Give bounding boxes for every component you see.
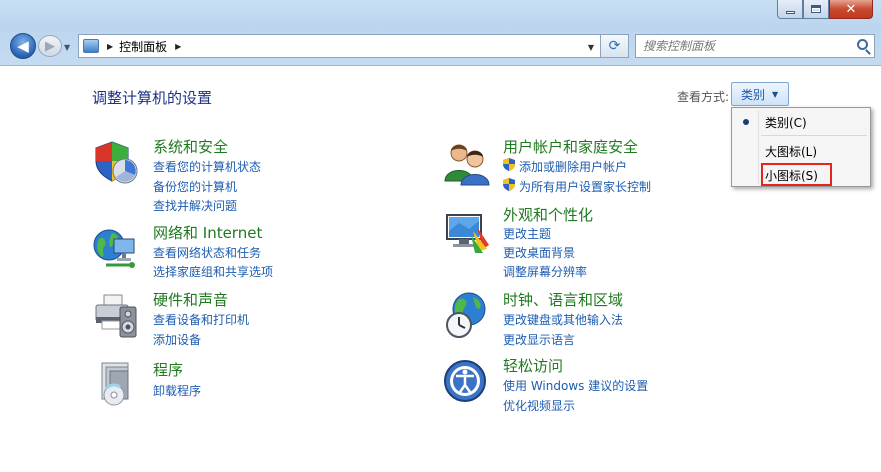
link-uninstall-program[interactable]: 卸载程序 [153,382,201,399]
radio-selected-icon [743,119,749,125]
back-arrow-icon: ◀ [17,37,29,55]
view-by-menu: 类别(C) 大图标(L) 小图标(S) [731,107,871,187]
menu-item-category[interactable]: 类别(C) [732,111,870,133]
uac-shield-icon [503,158,515,171]
category-title-programs[interactable]: 程序 [153,359,183,380]
breadcrumb-chevron-icon[interactable]: ▶ [107,42,113,51]
network-internet-icon[interactable] [92,225,140,273]
search-icon[interactable] [857,39,868,50]
content-area: 调整计算机的设置 查看方式: 类别 ▼ 类别(C) 大图标(L) 小图标(S) … [0,67,881,472]
history-dropdown-icon[interactable]: ▼ [64,43,70,52]
breadcrumb-chevron-icon[interactable]: ▶ [175,42,181,51]
back-button[interactable]: ◀ [10,33,36,59]
link-display-language[interactable]: 更改显示语言 [503,331,575,348]
hardware-sound-icon[interactable] [92,291,140,339]
address-dropdown-icon[interactable]: ▼ [588,43,594,52]
refresh-button[interactable]: ⟳ [601,34,629,58]
uac-shield-icon [503,178,515,191]
control-panel-icon [83,39,99,53]
appearance-icon[interactable] [443,207,491,255]
window-controls: ✕ [777,0,873,20]
menu-item-label: 类别(C) [765,115,807,130]
link-optimize-display[interactable]: 优化视频显示 [503,397,575,414]
window-titlebar: ✕ ◀ ▶ ▼ ▶ 控制面板 ▶ ▼ ⟳ [0,0,881,66]
category-title-system-security[interactable]: 系统和安全 [153,136,228,157]
search-input[interactable] [636,35,846,57]
address-bar[interactable]: ▶ 控制面板 ▶ ▼ [78,34,601,58]
link-recommended-settings[interactable]: 使用 Windows 建议的设置 [503,377,648,394]
ease-of-access-icon[interactable] [443,357,491,405]
menu-item-label: 大图标(L) [765,144,818,159]
category-title-appearance[interactable]: 外观和个性化 [503,204,593,225]
clock-language-icon[interactable] [443,291,491,339]
maximize-icon [811,5,821,13]
search-box[interactable] [635,34,875,58]
page-title: 调整计算机的设置 [92,89,213,107]
system-security-icon[interactable] [92,139,140,187]
link-view-network-status[interactable]: 查看网络状态和任务 [153,244,261,261]
link-screen-resolution[interactable]: 调整屏幕分辨率 [503,263,587,280]
forward-arrow-icon: ▶ [45,38,55,54]
forward-button[interactable]: ▶ [38,35,62,57]
link-keyboard-input[interactable]: 更改键盘或其他输入法 [503,311,623,328]
highlight-box [761,163,832,186]
link-change-theme[interactable]: 更改主题 [503,225,551,242]
close-icon: ✕ [845,1,857,17]
close-button[interactable]: ✕ [829,0,873,19]
menu-separator [761,135,867,136]
link-homegroup-sharing[interactable]: 选择家庭组和共享选项 [153,263,273,280]
view-by-value: 类别 [741,87,766,102]
user-accounts-icon[interactable] [443,139,491,187]
minimize-icon [785,10,795,14]
chevron-down-icon: ▼ [772,89,779,99]
link-parental-controls[interactable]: 为所有用户设置家长控制 [519,178,651,195]
link-add-remove-accounts[interactable]: 添加或删除用户帐户 [519,158,627,175]
refresh-icon: ⟳ [608,38,621,54]
link-troubleshoot[interactable]: 查找并解决问题 [153,197,237,214]
view-by-label: 查看方式: [677,90,730,104]
minimize-button[interactable] [777,0,803,19]
link-add-device[interactable]: 添加设备 [153,331,201,348]
view-by-dropdown[interactable]: 类别 ▼ [731,82,789,106]
maximize-button[interactable] [803,0,829,19]
category-title-hardware-sound[interactable]: 硬件和声音 [153,289,228,310]
menu-item-large-icons[interactable]: 大图标(L) [732,140,870,162]
category-title-user-accounts[interactable]: 用户帐户和家庭安全 [503,136,638,157]
breadcrumb-control-panel[interactable]: 控制面板 [119,38,167,55]
category-title-ease-of-access[interactable]: 轻松访问 [503,355,563,376]
link-change-background[interactable]: 更改桌面背景 [503,244,575,261]
programs-icon[interactable] [92,359,140,407]
category-title-clock-language[interactable]: 时钟、语言和区域 [503,289,623,310]
link-devices-printers[interactable]: 查看设备和打印机 [153,311,249,328]
link-backup-computer[interactable]: 备份您的计算机 [153,178,237,195]
link-view-computer-status[interactable]: 查看您的计算机状态 [153,158,261,175]
category-title-network-internet[interactable]: 网络和 Internet [153,222,262,243]
